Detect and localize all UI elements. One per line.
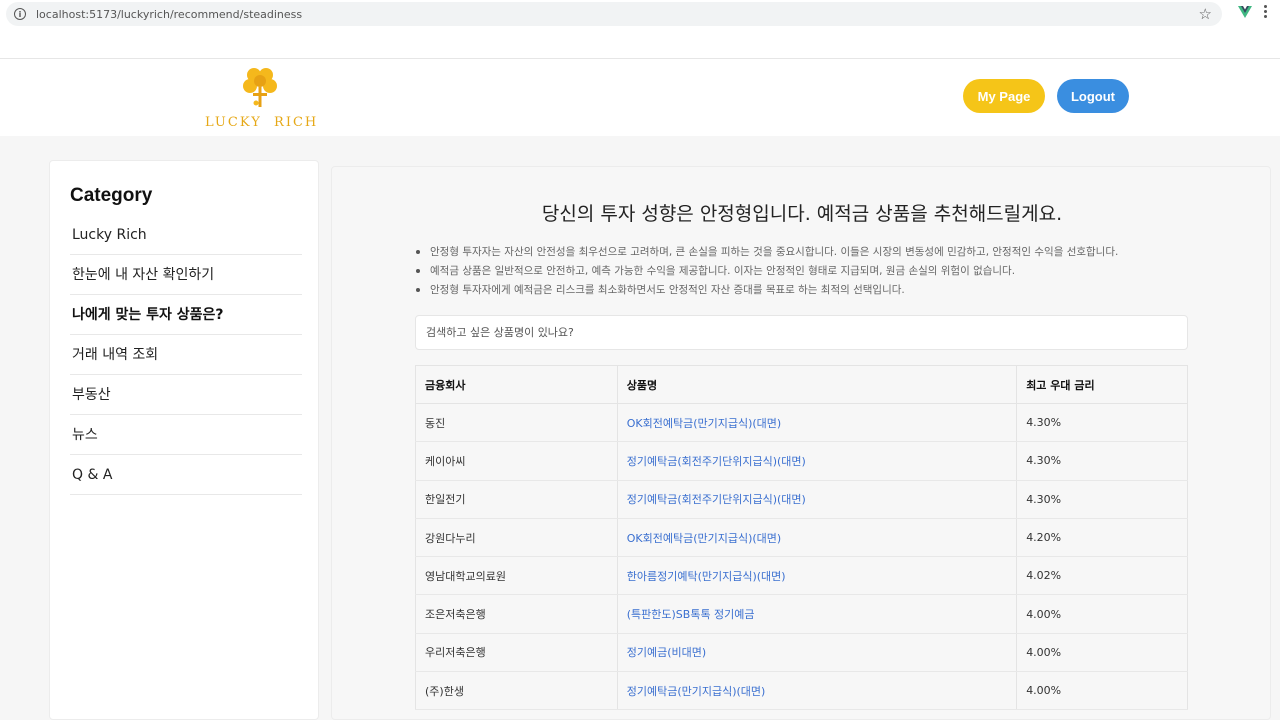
column-header-company[interactable]: 금융회사 [415,365,618,404]
category-title: Category [70,185,153,206]
sidebar-item-my-assets[interactable]: 한눈에 내 자산 확인하기 [70,255,302,295]
sidebar-item-lucky-rich[interactable]: Lucky Rich [70,215,302,255]
table-row: (주)한생 정기예탁금(만기지급식)(대면) 4.00% [415,671,1188,711]
clover-logo-icon [243,68,277,107]
sidebar-item-real-estate[interactable]: 부동산 [70,375,302,415]
description-list: 안정형 투자자는 자산의 안전성을 최우선으로 고려하며, 큰 손실을 피하는 … [414,243,1264,300]
rate-cell: 4.00% [1016,671,1188,711]
site-header: LUCKY RICH My Page Logout [0,58,1280,136]
rate-cell: 4.30% [1016,480,1188,519]
sidebar-item-news[interactable]: 뉴스 [70,415,302,455]
company-cell: 케이아씨 [415,441,618,481]
company-cell: 조은저축은행 [415,594,618,634]
table-header-row: 금융회사 상품명 최고 우대 금리 [415,365,1188,404]
sidebar-item-recommend[interactable]: 나에게 맞는 투자 상품은? [70,295,302,335]
company-cell: 동진 [415,403,618,443]
table-row: 강원다누리 OK회전예탁금(만기지급식)(대면) 4.20% [415,518,1188,558]
product-search-input[interactable] [415,315,1188,350]
rate-cell: 4.00% [1016,594,1188,634]
lucky-rich-logo[interactable]: LUCKY RICH [204,65,316,135]
bookmark-star-icon[interactable]: ☆ [1199,5,1212,23]
logo-text: LUCKY RICH [205,115,319,130]
table-row: 영남대학교의료원 한아름정기예탁(만기지급식)(대면) 4.02% [415,556,1188,596]
table-row: 동진 OK회전예탁금(만기지급식)(대면) 4.30% [415,403,1188,443]
product-link[interactable]: 정기예탁금(만기지급식)(대면) [616,671,1018,711]
product-link[interactable]: 정기예탁금(회전주기단위지급식)(대면) [616,441,1018,481]
sidebar-item-qna[interactable]: Q & A [70,455,302,495]
rate-cell: 4.20% [1016,518,1188,558]
vue-devtools-extension-icon[interactable] [1238,5,1252,19]
product-table: 금융회사 상품명 최고 우대 금리 동진 OK회전예탁금(만기지급식)(대면) … [415,365,1188,711]
rate-cell: 4.00% [1016,633,1188,673]
rate-cell: 4.30% [1016,441,1188,481]
browser-menu-icon[interactable] [1264,5,1268,21]
company-cell: 강원다누리 [415,518,618,558]
recommend-panel: 당신의 투자 성향은 안정형입니다. 예적금 상품을 추천해드릴게요. 안정형 … [331,166,1271,720]
product-link[interactable]: 한아름정기예탁(만기지급식)(대면) [616,556,1018,596]
product-link[interactable]: 정기예탁금(회전주기단위지급식)(대면) [616,480,1018,519]
rate-cell: 4.30% [1016,403,1188,443]
table-row: 케이아씨 정기예탁금(회전주기단위지급식)(대면) 4.30% [415,441,1188,481]
column-header-product[interactable]: 상품명 [616,365,1018,404]
product-link[interactable]: OK회전예탁금(만기지급식)(대면) [616,518,1018,558]
description-item: 예적금 상품은 일반적으로 안전하고, 예측 가능한 수익을 제공합니다. 이자… [414,262,1264,281]
page-title: 당신의 투자 성향은 안정형입니다. 예적금 상품을 추천해드릴게요. [541,203,1063,225]
address-bar[interactable]: i localhost:5173/luckyrich/recommend/ste… [6,2,1222,26]
description-item: 안정형 투자자에게 예적금은 리스크를 최소화하면서도 안정적인 자산 증대를 … [414,281,1264,300]
site-info-icon[interactable]: i [14,8,26,20]
mypage-button[interactable]: My Page [963,79,1045,113]
category-list: Lucky Rich 한눈에 내 자산 확인하기 나에게 맞는 투자 상품은? … [70,215,302,495]
product-link[interactable]: 정기예금(비대면) [616,633,1018,673]
sidebar-item-transactions[interactable]: 거래 내역 조회 [70,335,302,375]
company-cell: (주)한생 [415,671,618,711]
url-text[interactable]: localhost:5173/luckyrich/recommend/stead… [36,8,302,21]
column-header-rate[interactable]: 최고 우대 금리 [1016,365,1188,404]
product-link[interactable]: OK회전예탁금(만기지급식)(대면) [616,403,1018,443]
rate-cell: 4.02% [1016,556,1188,596]
category-sidebar: Category Lucky Rich 한눈에 내 자산 확인하기 나에게 맞는… [49,160,319,720]
company-cell: 영남대학교의료원 [415,556,618,596]
company-cell: 우리저축은행 [415,633,618,673]
description-item: 안정형 투자자는 자산의 안전성을 최우선으로 고려하며, 큰 손실을 피하는 … [414,243,1264,262]
table-row: 우리저축은행 정기예금(비대면) 4.00% [415,633,1188,673]
table-row: 한일전기 정기예탁금(회전주기단위지급식)(대면) 4.30% [415,480,1188,519]
table-row: 조은저축은행 (특판한도)SB톡톡 정기예금 4.00% [415,594,1188,634]
product-link[interactable]: (특판한도)SB톡톡 정기예금 [616,594,1018,634]
logout-button[interactable]: Logout [1057,79,1129,113]
company-cell: 한일전기 [415,480,618,519]
browser-toolbar: i localhost:5173/luckyrich/recommend/ste… [0,0,1280,28]
